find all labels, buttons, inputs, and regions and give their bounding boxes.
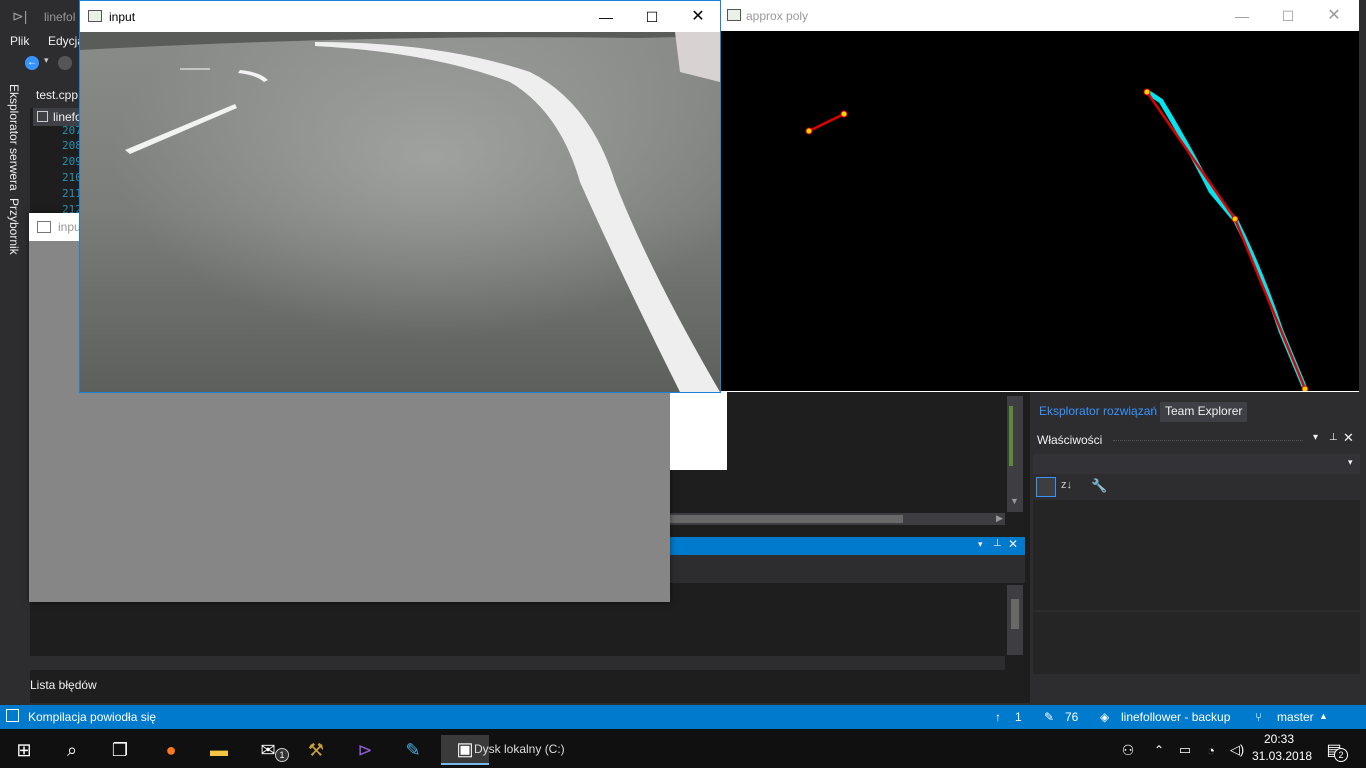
blank-window-fragment: [670, 392, 727, 470]
properties-title: Właściwości: [1037, 433, 1103, 447]
close-icon[interactable]: ✕: [1324, 6, 1344, 26]
chevron-down-icon[interactable]: ▾: [1313, 432, 1318, 443]
header-grip: [1113, 440, 1303, 441]
firefox-icon[interactable]: ●: [151, 735, 191, 765]
wrench-icon[interactable]: 🔧: [1091, 478, 1107, 494]
people-icon[interactable]: ⚇: [1108, 735, 1148, 765]
window-icon: [37, 221, 51, 233]
chevron-down-icon[interactable]: ▾: [978, 539, 983, 550]
windows-start-icon[interactable]: ⊞: [4, 735, 44, 765]
poly-vertex: [1231, 215, 1239, 223]
properties-object-select[interactable]: ▾: [1033, 454, 1360, 474]
approx-poly-title-bar[interactable]: approx poly — ☐ ✕: [721, 0, 1359, 31]
notification-count: 2: [1334, 748, 1348, 762]
build-status: Kompilacja powiodła się: [28, 710, 157, 724]
tab-server-explorer[interactable]: Eksplorator serwera: [7, 84, 21, 191]
branch-name[interactable]: master: [1277, 710, 1314, 724]
tab-solution-explorer[interactable]: Eksplorator rozwiązań: [1034, 402, 1162, 422]
pin-icon[interactable]: ⊥: [993, 538, 1002, 549]
arrow-up-icon[interactable]: ↑: [995, 710, 1001, 724]
menu-item-plik[interactable]: Plik: [10, 34, 29, 48]
tab-error-list[interactable]: Lista błędów: [30, 678, 97, 692]
pencil-icon[interactable]: ✎: [1044, 710, 1054, 724]
minimize-icon[interactable]: —: [1232, 6, 1252, 26]
action-center-icon[interactable]: ▤: [1314, 735, 1354, 765]
output-toolbar: [670, 555, 1025, 583]
maximize-icon[interactable]: ☐: [642, 7, 662, 27]
properties-grid: [1033, 500, 1360, 610]
mail-badge: 1: [275, 748, 289, 762]
poly-vertex: [805, 127, 813, 135]
input-window: input — ☐ ✕: [79, 0, 721, 393]
changes-count[interactable]: 76: [1065, 710, 1078, 724]
volume-icon[interactable]: ◁): [1222, 735, 1252, 765]
forward-icon[interactable]: [58, 56, 72, 70]
output-horizontal-scrollbar[interactable]: [30, 656, 1005, 670]
status-bar: Kompilacja powiodła się ↑ 1 ✎ 76 ◈ linef…: [0, 705, 1366, 729]
file-explorer-icon[interactable]: ▬: [199, 735, 239, 765]
close-icon[interactable]: ✕: [1008, 537, 1018, 551]
window-icon: [727, 9, 741, 21]
chevron-down-icon[interactable]: ▾: [44, 55, 49, 66]
branch-icon[interactable]: ⑂: [1255, 710, 1262, 724]
input-window-title: input: [109, 10, 136, 24]
chevron-down-icon[interactable]: ▾: [1348, 457, 1353, 468]
back-icon[interactable]: ←: [25, 56, 39, 70]
change-marker: [1009, 406, 1013, 466]
properties-header: Właściwości ▾ ⊥ ✕: [1033, 430, 1360, 450]
task-view-icon[interactable]: ❐: [100, 735, 140, 765]
tab-test-cpp[interactable]: test.cpp: [30, 86, 84, 106]
categorized-icon[interactable]: [1036, 477, 1056, 497]
properties-description: [1033, 612, 1360, 674]
visual-studio-icon[interactable]: ⊳: [345, 735, 385, 765]
scrollbar-thumb[interactable]: [670, 515, 903, 523]
input-window-title-bar[interactable]: input — ☐ ✕: [80, 1, 720, 32]
tab-toolbox[interactable]: Przybornik: [7, 198, 21, 255]
scroll-down-icon[interactable]: ▼: [1010, 496, 1019, 506]
vs-right-edge: [1359, 0, 1366, 392]
repo-name[interactable]: linefollower - backup: [1121, 710, 1230, 724]
push-count[interactable]: 1: [1015, 710, 1022, 724]
close-icon[interactable]: ✕: [1343, 430, 1354, 446]
behind-window-text: Dysk lokalny (C:): [474, 742, 565, 756]
poly-vertex: [1301, 385, 1309, 391]
output-scrollbar[interactable]: [1007, 585, 1023, 655]
editor-vertical-scrollbar[interactable]: ▼: [1007, 396, 1023, 512]
vs-logo-icon: ⊳|: [12, 8, 28, 24]
approx-poly-title: approx poly: [746, 9, 809, 23]
vs-left-tool-strip: Eksplorator serwera Przybornik: [0, 78, 30, 703]
scroll-right-icon[interactable]: ▶: [996, 513, 1003, 524]
poly-vertex: [1143, 88, 1151, 96]
output-panel-header: ▾ ⊥ ✕: [670, 537, 1025, 555]
file-icon: [37, 111, 48, 122]
close-icon[interactable]: ✕: [688, 7, 708, 27]
clock-time[interactable]: 20:33: [1264, 732, 1294, 746]
chevron-up-icon[interactable]: ▲: [1319, 711, 1328, 721]
tab-team-explorer[interactable]: Team Explorer: [1160, 402, 1248, 422]
window-icon: [88, 10, 102, 22]
approx-poly-window: approx poly — ☐ ✕: [721, 0, 1359, 392]
windows-taskbar: ⊞ ⌕ ❐ ● ▬ ✉ 1 ⚒ ⊳ ✎ ▣ Dysk lokalny (C:) …: [0, 729, 1366, 768]
clock-date[interactable]: 31.03.2018: [1252, 749, 1312, 763]
scrollbar-thumb[interactable]: [1011, 599, 1019, 629]
minimize-icon[interactable]: —: [596, 7, 616, 27]
vs-window-title: linefol: [44, 10, 76, 24]
status-icon: [6, 709, 19, 722]
repo-icon[interactable]: ◈: [1100, 710, 1109, 724]
sort-alpha-icon[interactable]: z↓: [1061, 479, 1072, 491]
pin-icon[interactable]: ⊥: [1329, 432, 1338, 443]
poly-vertex: [840, 110, 848, 118]
app-icon[interactable]: ⚒: [296, 735, 336, 765]
paint-icon[interactable]: ✎: [393, 735, 433, 765]
search-icon[interactable]: ⌕: [52, 735, 92, 765]
contour-canvas: [721, 31, 1359, 391]
properties-toolbar: z↓ 🔧: [1033, 476, 1360, 498]
maximize-icon[interactable]: ☐: [1278, 6, 1298, 26]
camera-image: [80, 32, 720, 392]
